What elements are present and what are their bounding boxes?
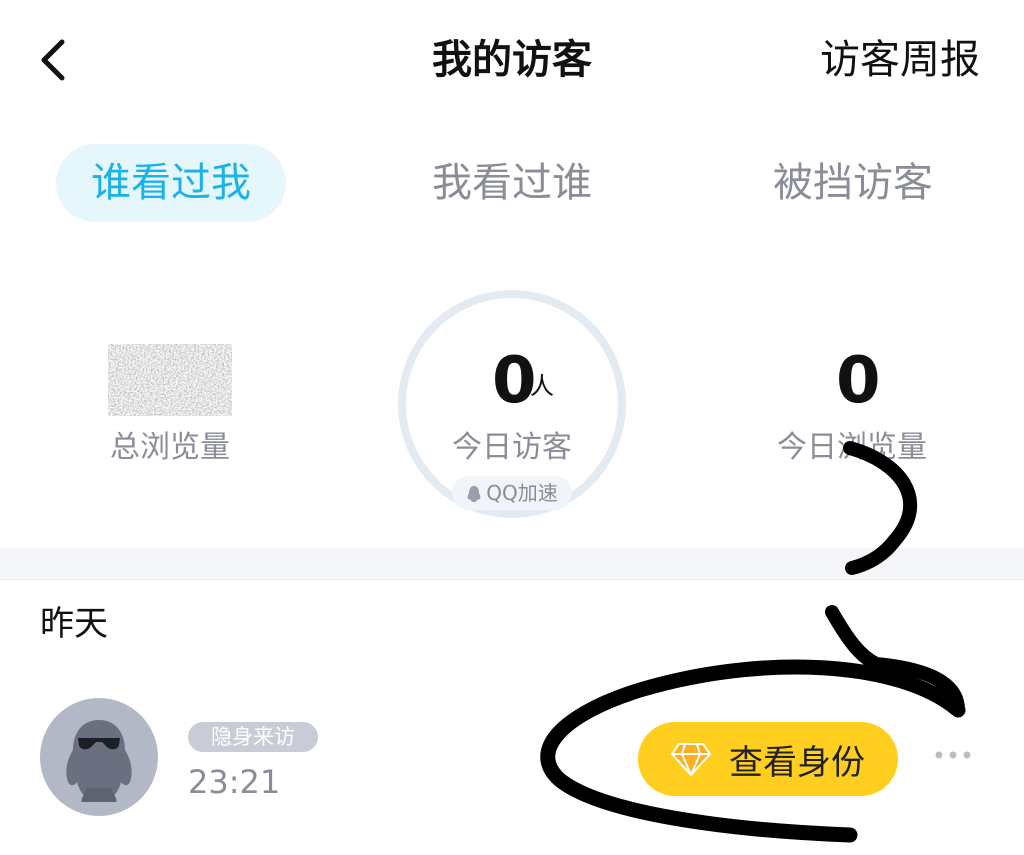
diamond-icon (671, 743, 711, 776)
invisible-visit-badge: 隐身来访 (188, 722, 318, 752)
avatar[interactable] (40, 698, 158, 816)
tab-blocked-visitors[interactable]: 被挡访客 (738, 144, 968, 222)
qq-speed-badge[interactable]: QQ加速 (452, 476, 572, 510)
qq-penguin-icon (467, 486, 481, 502)
section-divider (0, 548, 1024, 580)
section-title: 昨天 (40, 604, 108, 644)
tab-who-viewed-me[interactable]: 谁看过我 (56, 144, 286, 222)
today-visitors-unit: 人 (530, 372, 554, 400)
tab-who-i-viewed[interactable]: 我看过谁 (397, 144, 627, 222)
today-views-value: 0 (836, 344, 881, 418)
view-identity-label: 查看身份 (729, 742, 865, 783)
weekly-report-link[interactable]: 访客周报 (820, 36, 980, 84)
view-identity-button[interactable]: 查看身份 (638, 722, 898, 796)
today-views-label: 今日浏览量 (777, 430, 927, 465)
more-button[interactable] (932, 740, 976, 770)
today-visitors-label: 今日访客 (452, 430, 572, 465)
penguin-sunglasses-icon (66, 720, 132, 802)
total-views-label: 总浏览量 (110, 430, 230, 465)
more-dots-icon (935, 751, 971, 759)
total-views-value-redacted (108, 344, 232, 416)
visit-time: 23:21 (188, 763, 281, 801)
qq-speed-label: QQ加速 (486, 481, 558, 505)
